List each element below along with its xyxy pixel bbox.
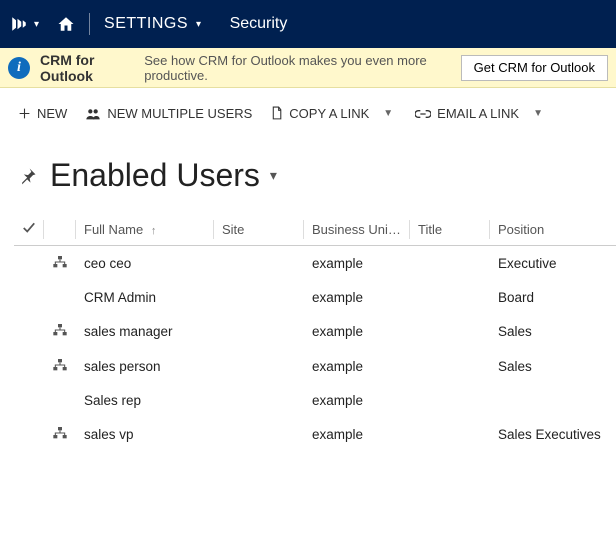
row-select-cell[interactable]: [14, 349, 44, 384]
nav-divider: [89, 13, 90, 35]
check-icon: [22, 222, 36, 237]
row-hierarchy-cell: [44, 384, 76, 417]
cell-position: Executive: [490, 246, 616, 282]
notice-title: CRM for Outlook: [40, 52, 134, 84]
hierarchy-icon: [52, 426, 68, 440]
row-hierarchy-cell[interactable]: [44, 246, 76, 282]
row-select-cell[interactable]: [14, 314, 44, 349]
cell-position: Board: [490, 281, 616, 314]
command-bar: NEW NEW MULTIPLE USERS COPY A LINK ▼ EMA…: [0, 88, 616, 131]
cell-business-unit: example: [304, 281, 410, 314]
view-header: Enabled Users ▾: [0, 131, 616, 202]
chevron-down-icon: ▾: [270, 167, 277, 184]
grid-header-row: Full Name ↑ Site Business Unit… Title Po…: [14, 216, 616, 246]
copy-link-dropdown[interactable]: ▼: [379, 106, 397, 121]
dynamics-logo-icon: [10, 15, 28, 33]
email-link-button[interactable]: EMAIL A LINK: [415, 106, 519, 121]
info-icon: i: [8, 57, 30, 79]
row-hierarchy-cell[interactable]: [44, 314, 76, 349]
nav-settings-label: SETTINGS: [104, 15, 188, 33]
sort-asc-icon: ↑: [151, 225, 157, 237]
view-title[interactable]: Enabled Users ▾: [50, 157, 277, 194]
cell-title: [410, 246, 490, 282]
row-select-cell[interactable]: [14, 246, 44, 282]
cell-full-name: sales manager: [76, 314, 214, 349]
col-position[interactable]: Position: [490, 216, 616, 246]
cell-full-name: ceo ceo: [76, 246, 214, 282]
cell-title: [410, 314, 490, 349]
col-full-name[interactable]: Full Name ↑: [76, 216, 214, 246]
cell-full-name: sales vp: [76, 417, 214, 452]
cell-full-name: CRM Admin: [76, 281, 214, 314]
row-select-cell[interactable]: [14, 281, 44, 314]
hierarchy-header: [44, 216, 76, 246]
table-row[interactable]: sales manager example Sales: [14, 314, 616, 349]
nav-settings[interactable]: SETTINGS ▾: [104, 15, 202, 33]
cell-title: [410, 281, 490, 314]
cell-position: Sales: [490, 349, 616, 384]
app-logo[interactable]: ▾: [10, 15, 39, 33]
view-title-text: Enabled Users: [50, 157, 260, 194]
row-hierarchy-cell[interactable]: [44, 349, 76, 384]
cell-title: [410, 384, 490, 417]
cell-site: [214, 384, 304, 417]
get-crm-outlook-button[interactable]: Get CRM for Outlook: [461, 55, 608, 81]
outlook-notice-bar: i CRM for Outlook See how CRM for Outloo…: [0, 48, 616, 88]
table-row[interactable]: CRM Admin example Board: [14, 281, 616, 314]
cell-business-unit: example: [304, 384, 410, 417]
cell-business-unit: example: [304, 417, 410, 452]
table-row[interactable]: sales person example Sales: [14, 349, 616, 384]
cell-site: [214, 314, 304, 349]
cell-full-name: sales person: [76, 349, 214, 384]
new-button[interactable]: NEW: [18, 106, 67, 121]
cell-full-name: Sales rep: [76, 384, 214, 417]
cell-site: [214, 417, 304, 452]
chevron-down-icon: ▾: [196, 19, 202, 30]
cell-site: [214, 281, 304, 314]
cell-position: Sales Executives: [490, 417, 616, 452]
top-navbar: ▾ SETTINGS ▾ Security: [0, 0, 616, 48]
email-link-dropdown[interactable]: ▼: [529, 106, 547, 121]
col-business-unit[interactable]: Business Unit…: [304, 216, 410, 246]
hierarchy-icon: [52, 358, 68, 372]
notice-message: See how CRM for Outlook makes you even m…: [144, 53, 440, 83]
new-button-label: NEW: [37, 106, 67, 121]
cell-position: Sales: [490, 314, 616, 349]
select-all-header[interactable]: [14, 216, 44, 246]
link-icon: [415, 109, 431, 119]
cell-business-unit: example: [304, 349, 410, 384]
hierarchy-icon: [52, 323, 68, 337]
table-row[interactable]: Sales rep example: [14, 384, 616, 417]
col-full-name-label: Full Name: [84, 222, 143, 237]
users-icon: [85, 107, 101, 121]
new-multiple-users-button[interactable]: NEW MULTIPLE USERS: [85, 106, 252, 121]
table-row[interactable]: sales vp example Sales Executives: [14, 417, 616, 452]
email-link-label: EMAIL A LINK: [437, 106, 519, 121]
cell-site: [214, 349, 304, 384]
row-hierarchy-cell: [44, 281, 76, 314]
breadcrumb-current[interactable]: Security: [230, 15, 288, 33]
table-row[interactable]: ceo ceo example Executive: [14, 246, 616, 282]
plus-icon: [18, 107, 31, 120]
copy-link-label: COPY A LINK: [289, 106, 369, 121]
pin-icon[interactable]: [18, 166, 38, 186]
users-grid: Full Name ↑ Site Business Unit… Title Po…: [0, 202, 616, 452]
cell-title: [410, 349, 490, 384]
col-title[interactable]: Title: [410, 216, 490, 246]
row-hierarchy-cell[interactable]: [44, 417, 76, 452]
row-select-cell[interactable]: [14, 417, 44, 452]
hierarchy-icon: [52, 255, 68, 269]
cell-position: [490, 384, 616, 417]
row-select-cell[interactable]: [14, 384, 44, 417]
cell-business-unit: example: [304, 314, 410, 349]
new-multiple-users-label: NEW MULTIPLE USERS: [107, 106, 252, 121]
cell-site: [214, 246, 304, 282]
home-icon[interactable]: [57, 15, 75, 33]
cell-business-unit: example: [304, 246, 410, 282]
cell-title: [410, 417, 490, 452]
col-site[interactable]: Site: [214, 216, 304, 246]
chevron-down-icon: ▾: [34, 19, 39, 30]
copy-link-button[interactable]: COPY A LINK: [270, 106, 369, 121]
copy-icon: [270, 106, 283, 121]
